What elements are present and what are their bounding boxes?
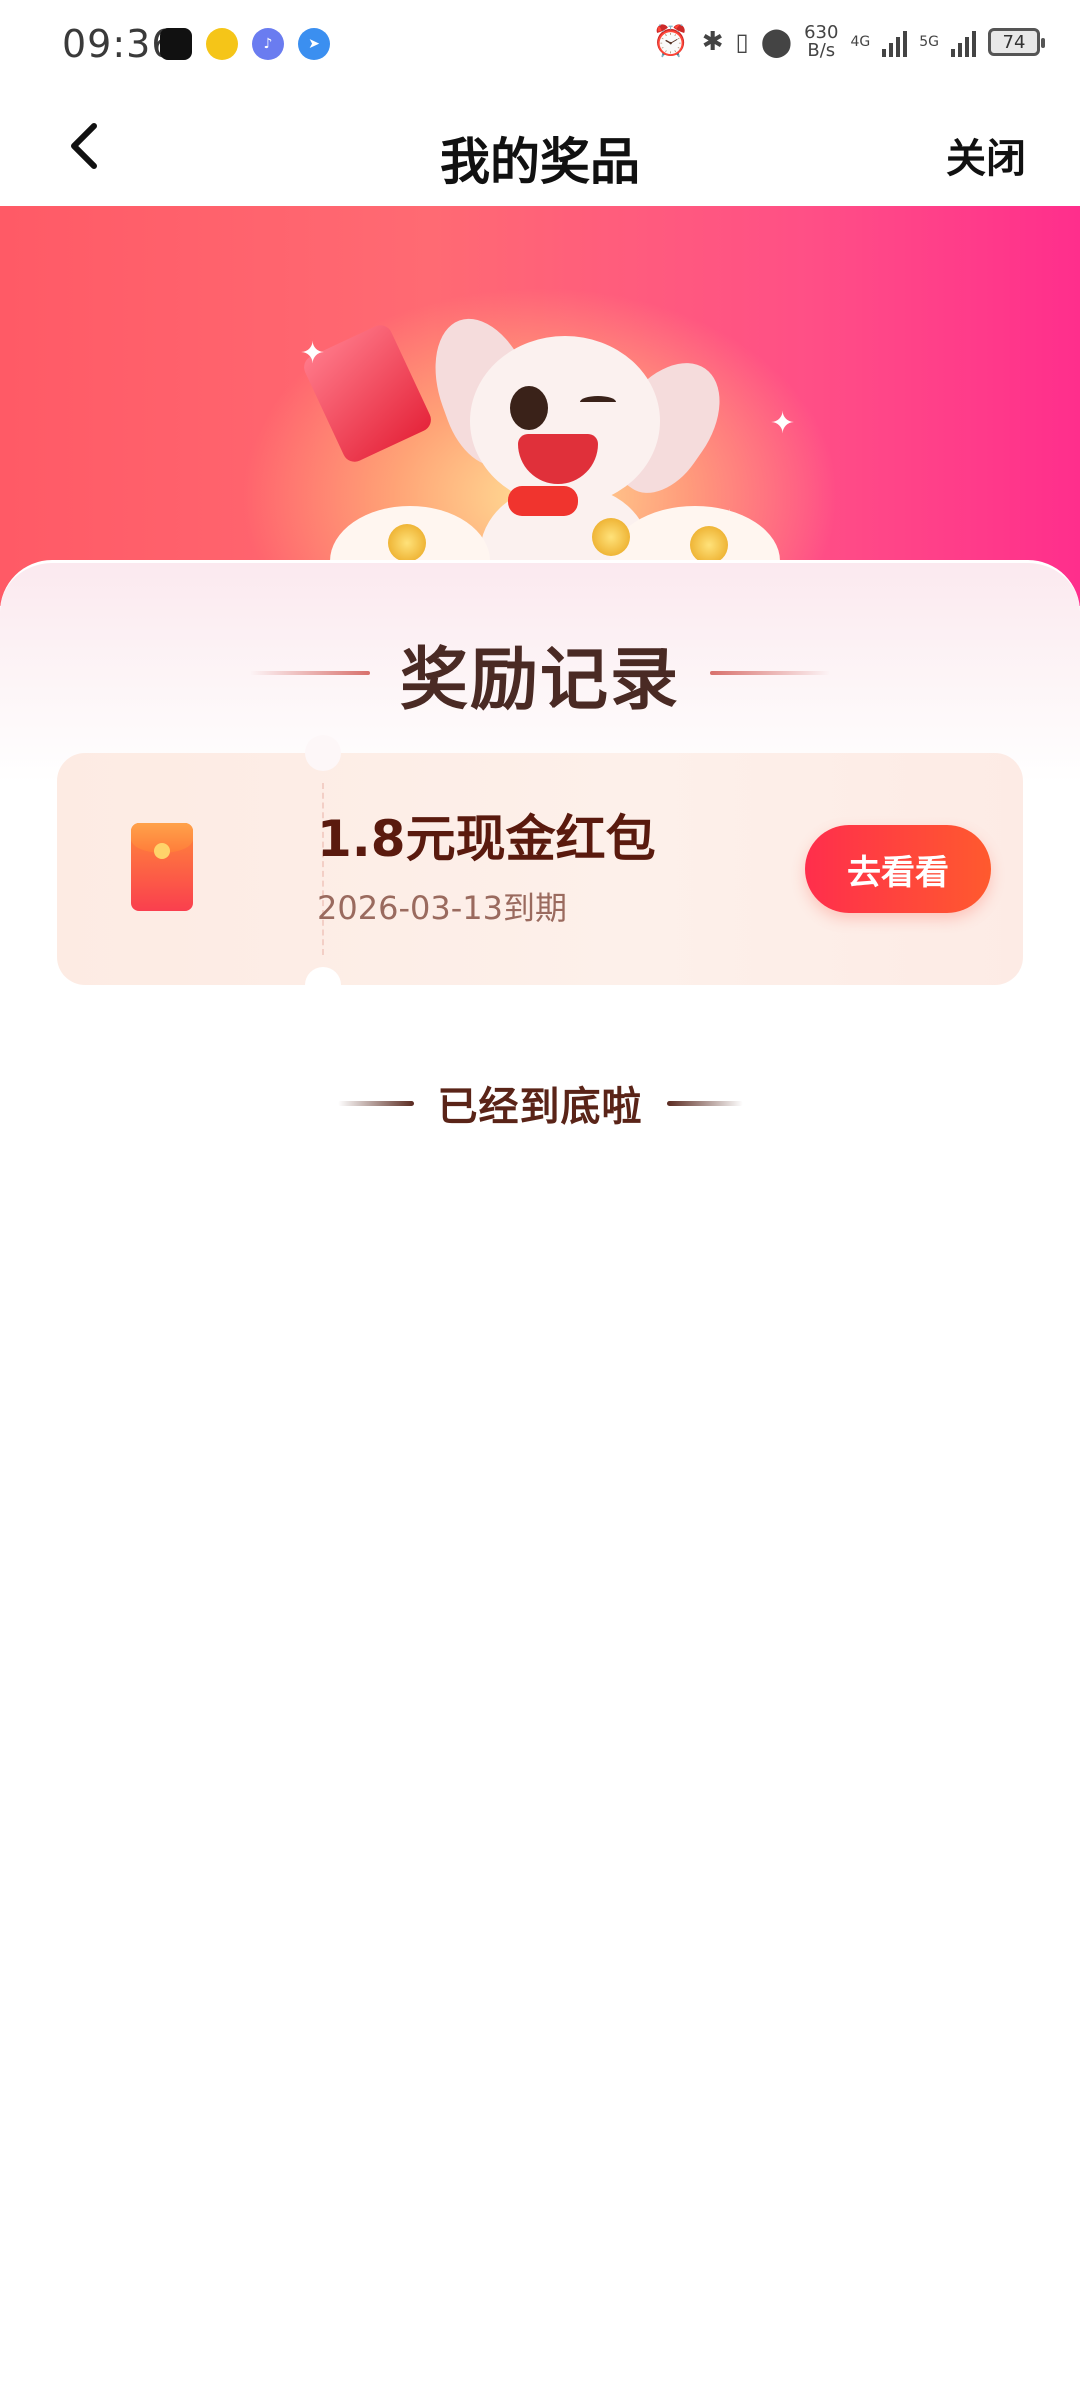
card-notch — [305, 967, 341, 1003]
navigation-app-icon: ➤ — [298, 28, 330, 60]
vibrate-icon: ▯ — [735, 28, 749, 56]
view-prize-button[interactable]: 去看看 — [805, 825, 991, 913]
location-icon: ⬤ — [760, 25, 793, 58]
coin-icon — [592, 518, 630, 556]
net-speed-unit: B/s — [807, 40, 836, 61]
status-app-icons: ♪ ➤ — [160, 28, 330, 60]
coin-icon — [690, 526, 728, 564]
status-indicators: ⏰ ✱ ▯ ⬤ 630 B/s 4G 5G 74 — [652, 24, 1045, 60]
reward-panel: 奖励记录 1.8元现金红包 2026-03-13到期 去看看 已经到底啦 — [0, 560, 1080, 2400]
prize-name: 1.8元现金红包 — [317, 810, 656, 868]
prize-expiry: 2026-03-13到期 — [317, 889, 567, 927]
red-packet-icon — [131, 823, 193, 911]
end-decoration-left — [337, 1100, 414, 1106]
signal-icon-2 — [951, 27, 976, 57]
hero-banner: ✦ ✦ ✦ — [0, 206, 1080, 606]
list-end-marker: 已经到底啦 — [0, 1063, 1080, 1143]
signal-icon-1 — [882, 27, 908, 57]
sparkle-icon: ✦ — [300, 336, 326, 371]
mascot-bow-tie — [508, 486, 578, 516]
title-decoration-right — [710, 671, 830, 675]
battery-icon: 74 — [988, 28, 1045, 56]
end-decoration-right — [666, 1100, 743, 1106]
mascot-eye — [510, 386, 548, 430]
music-app-icon: ♪ — [252, 28, 284, 60]
title-decoration-left — [249, 671, 370, 675]
battery-level: 74 — [1002, 31, 1026, 53]
list-end-text: 已经到底啦 — [437, 1084, 643, 1130]
coin-icon — [388, 524, 426, 562]
mascot-wink — [580, 396, 616, 408]
status-bar: 09:36 ♪ ➤ ⏰ ✱ ▯ ⬤ 630 B/s 4G 5G 74 — [0, 0, 1080, 92]
nav-bar: 我的奖品 关闭 — [0, 92, 1080, 206]
sparkle-icon: ✦ — [770, 406, 796, 441]
card-notch — [305, 735, 341, 771]
net-speed: 630 B/s — [804, 24, 838, 60]
network-label-2: 5G — [919, 34, 939, 50]
prize-card: 1.8元现金红包 2026-03-13到期 去看看 — [57, 735, 1023, 1003]
app-notification-icon — [160, 28, 192, 60]
page-title: 我的奖品 — [440, 133, 640, 191]
network-label-1: 4G — [850, 34, 871, 50]
section-title: 奖励记录 — [399, 640, 680, 720]
alarm-icon: ⏰ — [652, 24, 690, 59]
bluetooth-icon: ✱ — [701, 27, 724, 57]
close-button[interactable]: 关闭 — [946, 126, 1026, 184]
coin-app-icon — [206, 28, 238, 60]
section-header: 奖励记录 — [0, 623, 1080, 723]
